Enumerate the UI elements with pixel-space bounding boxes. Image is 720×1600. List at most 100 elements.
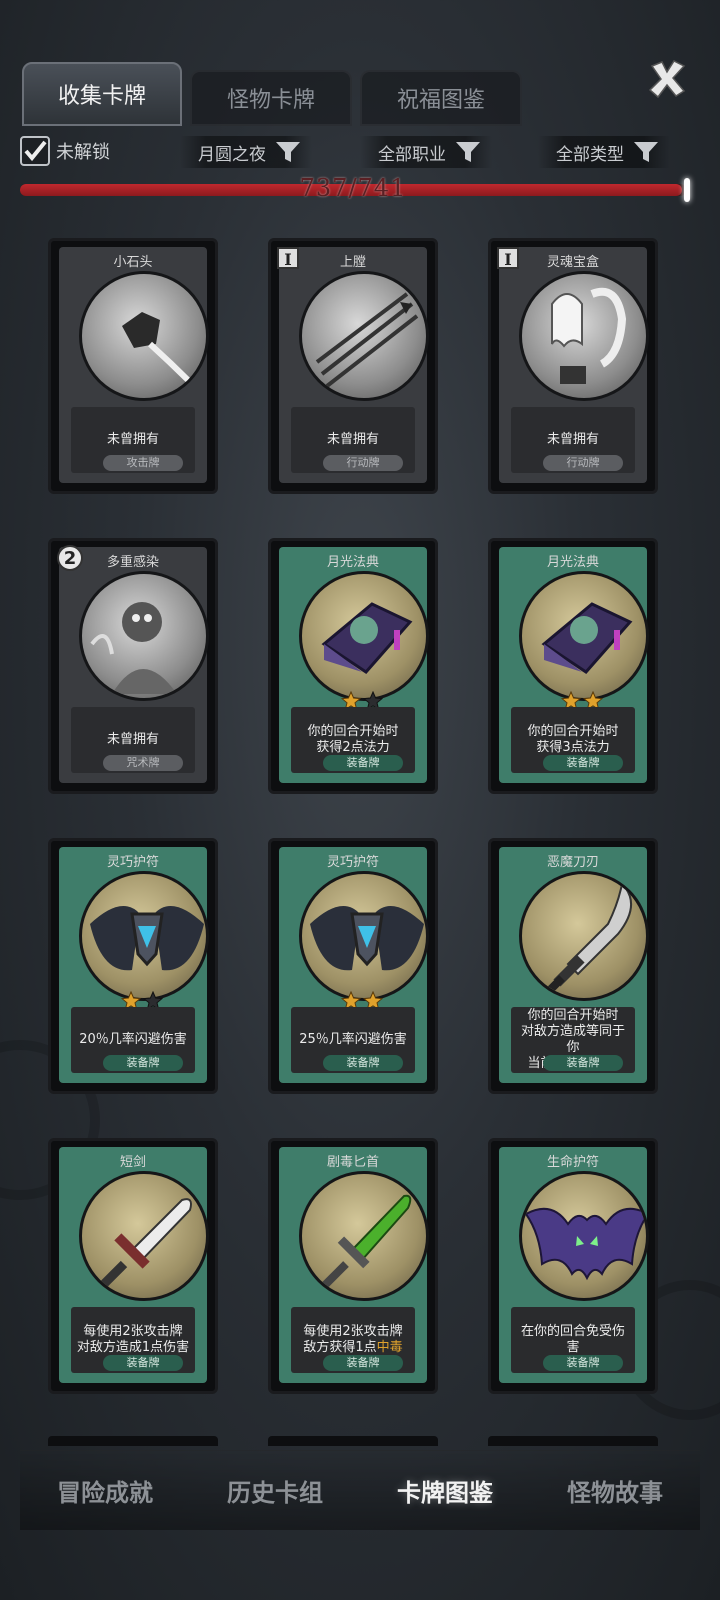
card-bat[interactable]: 生命护符在你的回合免受伤害 装备牌 xyxy=(488,1138,658,1394)
card-tier-badge: I xyxy=(277,247,299,269)
progress-glint xyxy=(684,178,690,202)
card-title: 剧毒匕首 xyxy=(326,1155,379,1170)
card-art-book-icon xyxy=(299,571,429,701)
card-amulet[interactable]: 灵巧护符 25％几率闪避伤害装备牌 xyxy=(268,838,438,1094)
card-type-label: 咒术牌 xyxy=(103,755,183,771)
card-tier-badge: I xyxy=(497,247,519,269)
dropdown-class[interactable]: 全部职业 xyxy=(360,136,492,168)
card-arrows[interactable]: 上膛 未曾拥有 行动牌 I xyxy=(268,238,438,494)
card-art-bat-icon xyxy=(519,1171,649,1301)
progress-text: 737/741 xyxy=(299,174,407,202)
dropdown-label: 全部职业 xyxy=(378,144,446,165)
card-desc-text: 每使用2张攻击牌 对敌方造成1点伤害 xyxy=(76,1324,190,1355)
checkmark-icon xyxy=(24,140,47,162)
tab-collected-cards[interactable]: 收集卡牌 xyxy=(22,62,182,126)
card-desc-text: 20％几率闪避伤害 xyxy=(79,1032,187,1047)
card-frame: 灵巧护符 25％几率闪避伤害装备牌 xyxy=(279,847,429,1083)
card-type-label: 装备牌 xyxy=(103,1055,183,1071)
card-art-amulet-icon xyxy=(79,871,209,1001)
nav-card-codex[interactable]: 卡牌图鉴 xyxy=(385,1463,505,1518)
card-frame: 生命护符在你的回合免受伤害 装备牌 xyxy=(499,1147,649,1383)
card-amulet[interactable]: 灵巧护符 20％几率闪避伤害装备牌 xyxy=(48,838,218,1094)
bottom-nav: 冒险成就 历史卡组 卡牌图鉴 怪物故事 xyxy=(20,1450,700,1530)
card-art-book-icon xyxy=(519,571,649,701)
card-desc-text: 在你的回合免受伤害 xyxy=(520,1324,625,1355)
filter-funnel-icon xyxy=(456,142,480,162)
unlocked-label: 未解锁 xyxy=(56,142,110,163)
dropdown-label: 全部类型 xyxy=(556,144,624,165)
card-sword[interactable]: 恶魔刀刃你的回合开始时 对敌方造成等同于你 当前等级的伤害装备牌 xyxy=(488,838,658,1094)
card-desc-text: 未曾拥有 xyxy=(106,732,159,747)
card-art-sword-icon xyxy=(519,871,649,1001)
card-frame: 上膛 未曾拥有 行动牌 xyxy=(279,247,429,483)
category-tabs: 收集卡牌 怪物卡牌 祝福图鉴 xyxy=(22,62,522,126)
close-button[interactable] xyxy=(646,58,688,100)
tab-blessing-codex[interactable]: 祝福图鉴 xyxy=(360,70,522,126)
card-rock[interactable]: 小石头未曾拥有攻击牌 xyxy=(48,238,218,494)
nav-deck-history[interactable]: 历史卡组 xyxy=(215,1463,335,1518)
dropdown-label: 月圆之夜 xyxy=(198,144,266,165)
close-x-icon xyxy=(648,60,686,99)
card-frame: 剧毒匕首 每使用2张攻击牌 敌方获得1点中毒 装备牌 xyxy=(279,1147,429,1383)
card-type-label: 行动牌 xyxy=(323,455,403,471)
next-row-peek xyxy=(48,1436,672,1446)
card-type-label: 装备牌 xyxy=(323,755,403,771)
card-title: 月光法典 xyxy=(546,555,599,570)
card-dagger[interactable]: 短剑每使用2张攻击牌 对敌方造成1点伤害 装备牌 xyxy=(48,1138,218,1394)
card-title: 短剑 xyxy=(119,1155,146,1170)
card-art-arrows-icon xyxy=(299,271,429,401)
card-frame: 灵巧护符 20％几率闪避伤害装备牌 xyxy=(59,847,209,1083)
card-desc-text: 未曾拥有 xyxy=(106,432,159,447)
card-book[interactable]: 月光法典你的回合开始时 获得2点法力 装备牌 xyxy=(268,538,438,794)
card-title: 小石头 xyxy=(113,255,153,270)
unlocked-filter[interactable]: 未解锁 xyxy=(20,136,110,166)
card-peek xyxy=(48,1436,218,1446)
card-art-monster-icon xyxy=(79,571,209,701)
collection-progress: 737/741 xyxy=(20,174,690,202)
card-art-rock-icon xyxy=(79,271,209,401)
card-art-poison-dagger-icon xyxy=(299,1171,429,1301)
card-type-label: 装备牌 xyxy=(323,1355,403,1371)
card-desc-keyword: 中毒 xyxy=(376,1340,403,1355)
card-desc-text: 未曾拥有 xyxy=(546,432,599,447)
card-title: 灵巧护符 xyxy=(326,855,379,870)
card-title: 生命护符 xyxy=(546,1155,599,1170)
filter-funnel-icon xyxy=(276,142,300,162)
filter-funnel-icon xyxy=(634,142,658,162)
card-book[interactable]: 月光法典 你的回合开始时 获得3点法力 装备牌 xyxy=(488,538,658,794)
card-frame: 恶魔刀刃你的回合开始时 对敌方造成等同于你 当前等级的伤害装备牌 xyxy=(499,847,649,1083)
card-peek xyxy=(488,1436,658,1446)
card-title: 灵魂宝盒 xyxy=(546,255,599,270)
dropdown-expansion[interactable]: 月圆之夜 xyxy=(180,136,312,168)
card-frame: 小石头未曾拥有攻击牌 xyxy=(59,247,209,483)
card-ghost[interactable]: 灵魂宝盒未曾拥有行动牌 I xyxy=(488,238,658,494)
card-title: 灵巧护符 xyxy=(106,855,159,870)
nav-adventure-achievements[interactable]: 冒险成就 xyxy=(45,1463,165,1518)
unlocked-checkbox[interactable] xyxy=(20,136,50,166)
card-art-amulet-icon xyxy=(299,871,429,1001)
card-desc-text: 你的回合开始时 获得3点法力 xyxy=(527,724,619,755)
card-desc-text: 未曾拥有 xyxy=(326,432,379,447)
card-title: 恶魔刀刃 xyxy=(546,855,599,870)
card-type-label: 装备牌 xyxy=(543,1355,623,1371)
card-poison-dagger[interactable]: 剧毒匕首 每使用2张攻击牌 敌方获得1点中毒 装备牌 xyxy=(268,1138,438,1394)
card-title: 月光法典 xyxy=(326,555,379,570)
card-monster[interactable]: 多重感染 未曾拥有 咒术牌 2 xyxy=(48,538,218,794)
card-title: 上膛 xyxy=(339,255,366,270)
card-peek xyxy=(268,1436,438,1446)
card-type-label: 装备牌 xyxy=(323,1055,403,1071)
filter-bar: 未解锁 月圆之夜 全部职业 全部类型 xyxy=(20,136,700,170)
card-desc-text: 你的回合开始时 获得2点法力 xyxy=(307,724,399,755)
card-type-label: 装备牌 xyxy=(103,1355,183,1371)
dropdown-type[interactable]: 全部类型 xyxy=(538,136,670,168)
card-type-label: 装备牌 xyxy=(543,1055,623,1071)
card-desc-text: 25％几率闪避伤害 xyxy=(299,1032,407,1047)
tab-monster-cards[interactable]: 怪物卡牌 xyxy=(190,70,352,126)
card-frame: 多重感染 未曾拥有 咒术牌 xyxy=(59,547,209,783)
card-type-label: 攻击牌 xyxy=(103,455,183,471)
card-type-label: 行动牌 xyxy=(543,455,623,471)
nav-monster-stories[interactable]: 怪物故事 xyxy=(555,1463,675,1518)
card-count-badge: 2 xyxy=(57,545,83,571)
card-art-ghost-icon xyxy=(519,271,649,401)
card-frame: 短剑每使用2张攻击牌 对敌方造成1点伤害 装备牌 xyxy=(59,1147,209,1383)
